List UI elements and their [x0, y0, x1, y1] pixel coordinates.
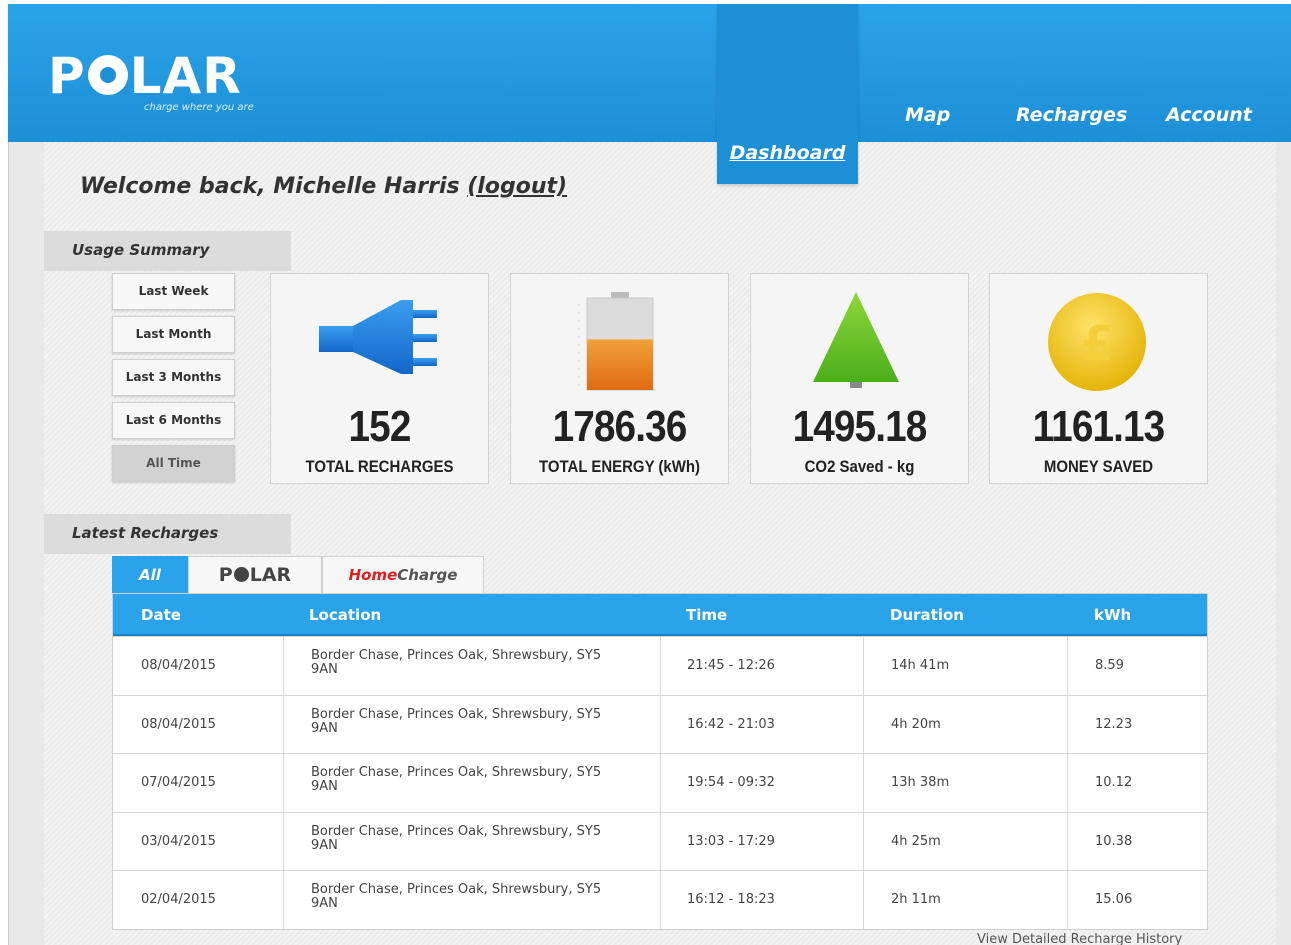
cell-duration: 13h 38m [891, 775, 950, 791]
stat-card-money-saved: £ 1161.13 MONEY SAVED [989, 273, 1208, 484]
tab-homecharge-home: Home [348, 566, 398, 584]
nav-dashboard[interactable]: Dashboard [717, 4, 858, 184]
table-row[interactable]: 08/04/2015 Border Chase, Princes Oak, Sh… [113, 694, 1207, 754]
table-row[interactable]: 02/04/2015 Border Chase, Princes Oak, Sh… [113, 870, 1207, 929]
cell-location: Border Chase, Princes Oak, Shrewsbury, S… [311, 649, 601, 677]
cell-location: Border Chase, Princes Oak, Shrewsbury, S… [311, 706, 602, 736]
cell-duration: 14h 41m [891, 658, 950, 673]
tab-all[interactable]: All [112, 556, 188, 594]
stat-value-energy: 1786.36 [552, 402, 688, 451]
stat-value-money: 1161.13 [1032, 402, 1166, 451]
logo-text-left: P [48, 47, 86, 105]
logo-text-right: LAR [129, 47, 242, 105]
logo-o-icon [87, 55, 128, 95]
plug-icon [271, 274, 488, 399]
stat-card-co2-saved: 1495.18 CO2 Saved - kg [750, 273, 969, 484]
stat-value-co2: 1495.18 [792, 402, 928, 451]
stat-value-recharges: 152 [348, 402, 412, 451]
stat-label-energy: TOTAL ENERGY (kWh) [539, 457, 700, 476]
table-row[interactable]: 08/04/2015 Border Chase, Princes Oak, Sh… [113, 636, 1207, 695]
table-row[interactable]: 07/04/2015 Border Chase, Princes Oak, Sh… [113, 753, 1207, 812]
recharges-table: Date Location Time Duration kWh 08/04/20… [112, 593, 1208, 930]
nav-dashboard-label: Dashboard [729, 142, 846, 164]
cell-kwh: 10.12 [1095, 775, 1133, 791]
tab-polar[interactable]: P LAR [188, 556, 322, 594]
tab-polar-left: P [218, 564, 233, 586]
cell-duration: 4h 25m [891, 833, 941, 849]
cell-kwh: 8.59 [1095, 658, 1124, 673]
nav-map[interactable]: Map [905, 104, 950, 126]
cell-location-line2: 9AN [311, 662, 338, 677]
tab-homecharge-charge: Charge [397, 566, 458, 584]
battery-icon [511, 274, 728, 399]
table-header: Date Location Time Duration kWh [113, 594, 1207, 636]
view-history-link[interactable]: View Detailed Recharge History [977, 932, 1182, 945]
col-date[interactable]: Date [141, 606, 181, 624]
tree-icon [751, 274, 968, 399]
cell-location-line2: 9AN [311, 837, 338, 853]
cell-location-line2: 9AN [311, 720, 338, 736]
cell-location: Border Chase, Princes Oak, Shrewsbury, S… [311, 766, 601, 794]
cell-time: 21:45 - 12:26 [687, 658, 775, 673]
cell-location-line1: Border Chase, Princes Oak, Shrewsbury, S… [311, 706, 602, 722]
tab-homecharge[interactable]: HomeCharge [322, 556, 484, 594]
tab-polar-o-icon [233, 567, 249, 582]
period-all-time-button[interactable]: All Time [112, 445, 235, 482]
welcome-message: Welcome back, Michelle Harris (logout) [80, 174, 567, 199]
logout-link[interactable]: (logout) [467, 174, 567, 199]
nav-account[interactable]: Account [1166, 104, 1252, 126]
col-kwh[interactable]: kWh [1094, 606, 1131, 624]
stat-label-co2: CO2 Saved - kg [804, 457, 915, 476]
welcome-text: Welcome back, Michelle Harris [80, 174, 460, 199]
stat-card-total-energy: 1786.36 TOTAL ENERGY (kWh) [510, 273, 729, 484]
table-row[interactable]: 03/04/2015 Border Chase, Princes Oak, Sh… [113, 811, 1207, 871]
cell-time: 13:03 - 17:29 [687, 833, 775, 849]
cell-location-line2: 9AN [311, 896, 338, 912]
cell-location-line1: Border Chase, Princes Oak, Shrewsbury, S… [311, 823, 602, 839]
svg-text:£: £ [1080, 316, 1113, 372]
cell-location-line2: 9AN [311, 779, 338, 795]
cell-duration: 4h 20m [891, 716, 941, 732]
cell-date: 02/04/2015 [141, 892, 216, 908]
cell-kwh: 12.23 [1095, 716, 1133, 732]
cell-duration: 2h 11m [891, 892, 941, 908]
cell-time: 16:42 - 21:03 [687, 716, 775, 732]
cell-location: Border Chase, Princes Oak, Shrewsbury, S… [311, 823, 602, 853]
cell-kwh: 10.38 [1095, 833, 1133, 849]
cell-date: 07/04/2015 [141, 775, 216, 791]
cell-time: 16:12 - 18:23 [687, 892, 775, 908]
cell-location: Border Chase, Princes Oak, Shrewsbury, S… [311, 883, 601, 911]
pound-coin-icon: £ [990, 274, 1207, 399]
cell-location-line1: Border Chase, Princes Oak, Shrewsbury, S… [311, 882, 602, 898]
col-time[interactable]: Time [686, 606, 727, 624]
tab-polar-right: LAR [249, 564, 292, 586]
period-last-month-button[interactable]: Last Month [112, 316, 235, 353]
stat-label-recharges: TOTAL RECHARGES [305, 457, 454, 476]
period-last-week-button[interactable]: Last Week [112, 273, 235, 310]
cell-date: 08/04/2015 [141, 716, 216, 732]
cell-time: 19:54 - 09:32 [687, 775, 775, 791]
cell-date: 08/04/2015 [141, 658, 216, 673]
col-location[interactable]: Location [309, 606, 381, 624]
logo-tagline: charge where you are [144, 102, 254, 113]
usage-summary-heading: Usage Summary [44, 231, 291, 271]
period-last-3-months-button[interactable]: Last 3 Months [112, 359, 235, 396]
cell-location-line1: Border Chase, Princes Oak, Shrewsbury, S… [311, 648, 602, 663]
nav-recharges[interactable]: Recharges [1016, 104, 1127, 126]
latest-recharges-heading: Latest Recharges [44, 514, 291, 554]
polar-logo[interactable]: P LAR [48, 48, 242, 104]
cell-date: 03/04/2015 [141, 833, 216, 849]
stat-card-total-recharges: 152 TOTAL RECHARGES [270, 273, 489, 484]
cell-kwh: 15.06 [1095, 892, 1133, 908]
cell-location-line1: Border Chase, Princes Oak, Shrewsbury, S… [311, 765, 602, 781]
period-last-6-months-button[interactable]: Last 6 Months [112, 402, 235, 439]
stat-label-money: MONEY SAVED [1043, 457, 1154, 476]
battery-fill [587, 339, 653, 390]
col-duration[interactable]: Duration [890, 606, 964, 624]
